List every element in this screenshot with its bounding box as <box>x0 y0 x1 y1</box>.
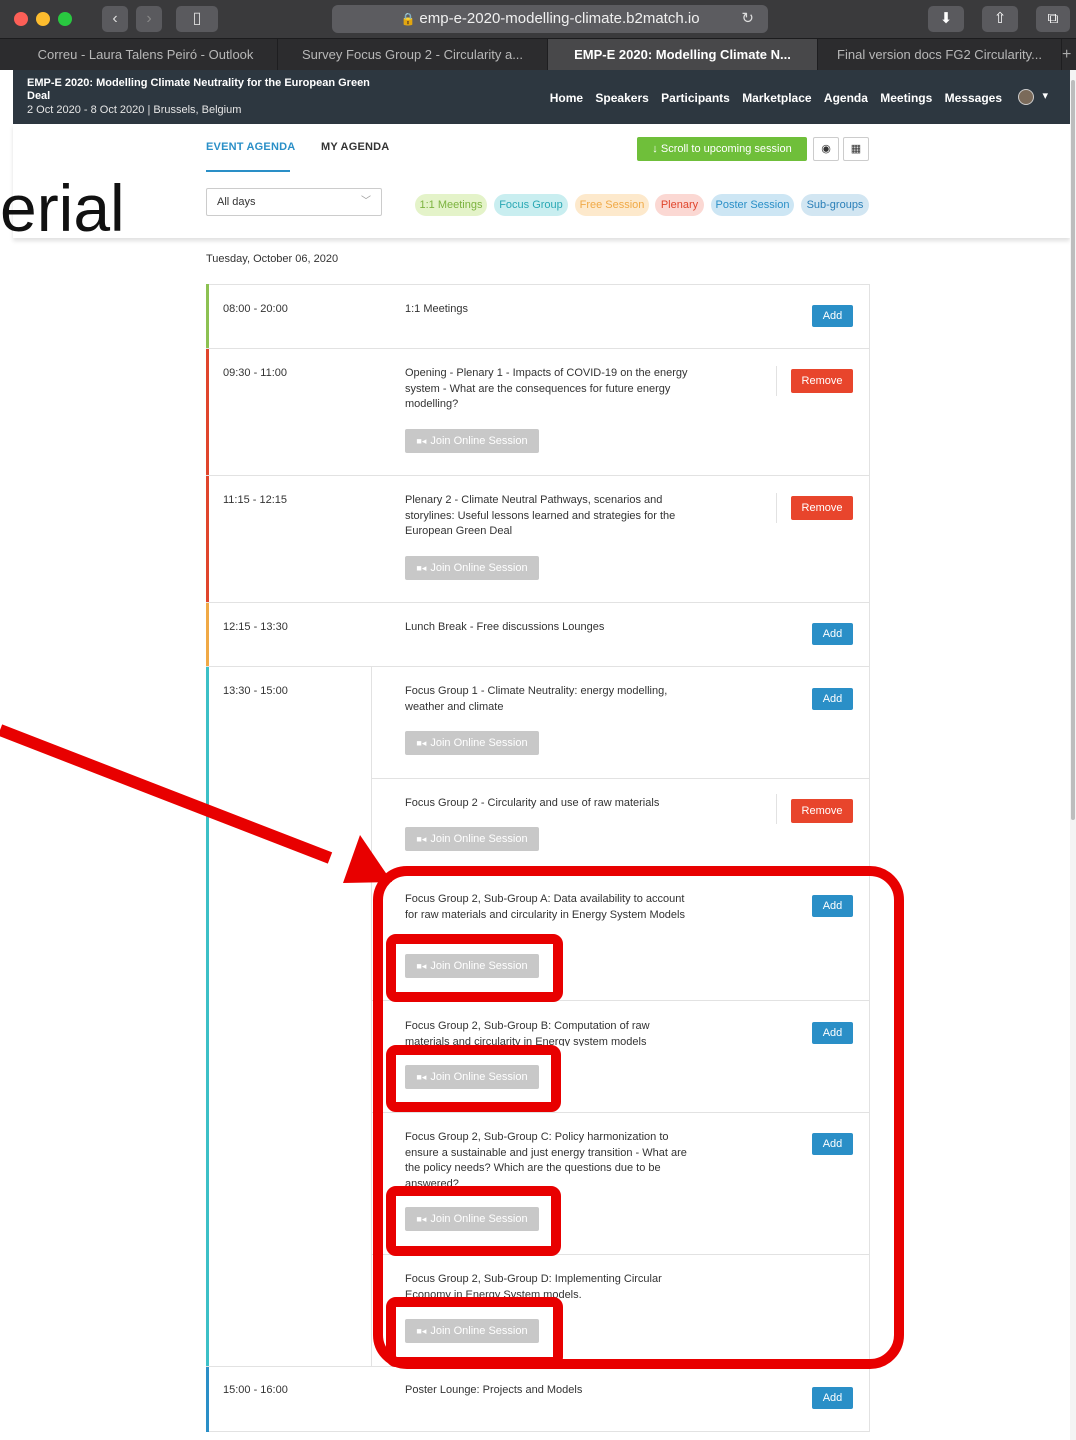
annotation-arrow-icon <box>0 724 392 883</box>
